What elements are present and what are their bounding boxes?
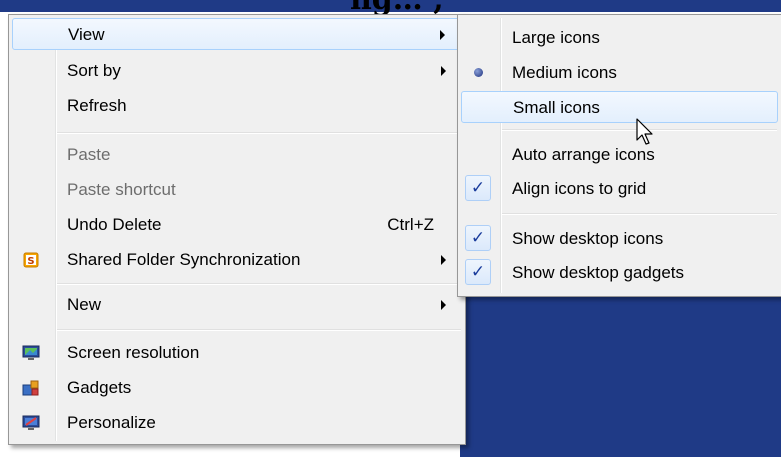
menu-separator xyxy=(57,283,461,285)
menu-separator xyxy=(57,329,461,331)
menu-item-label: Show desktop icons xyxy=(512,229,664,248)
submenu-item-show-desktop-icons[interactable]: ✓ Show desktop icons xyxy=(461,223,778,255)
submenu-arrow-icon xyxy=(441,300,446,310)
menu-item-shared-folder-sync[interactable]: S Shared Folder Synchronization xyxy=(12,244,462,276)
menu-separator xyxy=(502,213,777,215)
checkmark-icon: ✓ xyxy=(465,259,491,285)
menu-item-label: View xyxy=(68,25,105,44)
menu-item-label: Shared Folder Synchronization xyxy=(67,250,301,269)
menu-item-screen-resolution[interactable]: Screen resolution xyxy=(12,337,462,369)
menu-item-view[interactable]: View xyxy=(12,18,462,50)
menu-item-personalize[interactable]: Personalize xyxy=(12,407,462,439)
menu-item-label: Small icons xyxy=(513,98,600,117)
menu-item-gadgets[interactable]: Gadgets xyxy=(12,372,462,404)
menu-item-shortcut: Ctrl+Z xyxy=(387,215,434,234)
menu-item-label: Large icons xyxy=(512,28,600,47)
menu-item-label: Auto arrange icons xyxy=(512,145,655,164)
menu-item-label: Show desktop gadgets xyxy=(512,263,685,282)
menu-item-label: Screen resolution xyxy=(67,343,200,362)
submenu-item-show-desktop-gadgets[interactable]: ✓ Show desktop gadgets xyxy=(461,257,778,289)
menu-item-label: New xyxy=(67,295,102,314)
screen-resolution-icon xyxy=(20,342,42,364)
submenu-item-medium-icons[interactable]: Medium icons xyxy=(461,57,778,89)
menu-item-label: Paste xyxy=(67,145,111,164)
menu-item-label: Medium icons xyxy=(512,63,617,82)
menu-item-label: Undo Delete xyxy=(67,215,162,234)
svg-text:S: S xyxy=(27,256,34,267)
menu-item-undo-delete[interactable]: Undo Delete Ctrl+Z xyxy=(12,209,462,241)
menu-item-paste-shortcut[interactable]: Paste shortcut xyxy=(12,174,462,206)
shared-folder-sync-icon: S xyxy=(20,249,42,271)
menu-item-label: Sort by xyxy=(67,61,121,80)
menu-separator xyxy=(57,132,461,134)
menu-item-label: Gadgets xyxy=(67,378,132,397)
desktop-wallpaper xyxy=(460,290,781,457)
checkmark-icon: ✓ xyxy=(465,225,491,251)
submenu-arrow-icon xyxy=(441,255,446,265)
menu-item-sort-by[interactable]: Sort by xyxy=(12,55,462,87)
menu-item-label: Align icons to grid xyxy=(512,179,647,198)
mouse-cursor-icon xyxy=(636,118,653,145)
menu-item-refresh[interactable]: Refresh xyxy=(12,90,462,122)
submenu-item-auto-arrange[interactable]: Auto arrange icons xyxy=(461,139,778,171)
desktop-context-menu: View Sort by Refresh Paste Paste shortcu… xyxy=(8,14,466,445)
menu-item-label: Paste shortcut xyxy=(67,180,176,199)
radio-bullet-icon xyxy=(465,59,491,85)
menu-item-label: Refresh xyxy=(67,96,127,115)
submenu-item-align-to-grid[interactable]: ✓ Align icons to grid xyxy=(461,173,778,205)
submenu-item-small-icons[interactable]: Small icons xyxy=(461,91,778,123)
view-submenu: Large icons Medium icons Small icons Aut… xyxy=(457,14,781,297)
personalize-icon xyxy=(20,412,42,434)
submenu-arrow-icon xyxy=(440,30,445,40)
submenu-item-large-icons[interactable]: Large icons xyxy=(461,22,778,54)
checkmark-icon: ✓ xyxy=(465,175,491,201)
menu-item-new[interactable]: New xyxy=(12,289,462,321)
menu-item-label: Personalize xyxy=(67,413,156,432)
submenu-arrow-icon xyxy=(441,66,446,76)
gadgets-icon xyxy=(20,377,42,399)
menu-item-paste[interactable]: Paste xyxy=(12,139,462,171)
